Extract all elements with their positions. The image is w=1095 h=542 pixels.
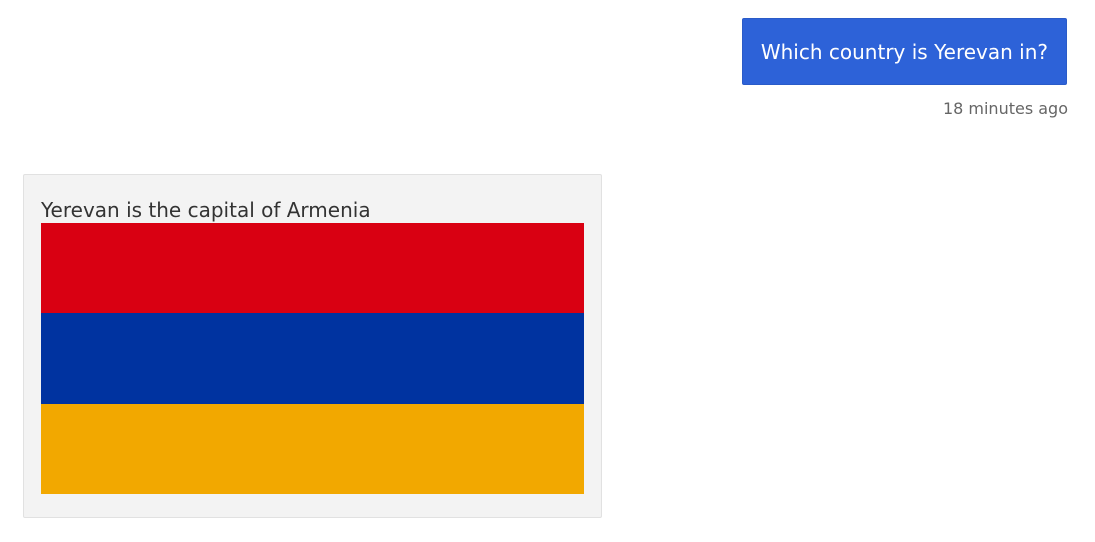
armenia-flag-image [41,223,584,494]
message-timestamp: 18 minutes ago [942,99,1068,118]
bot-message-text: Yerevan is the capital of Armenia [41,198,371,222]
flag-stripe-red [41,223,584,314]
user-message-bubble: Which country is Yerevan in? [741,18,1067,85]
chat-transcript: Which country is Yerevan in? 18 minutes … [0,0,1095,542]
flag-stripe-blue [41,313,584,404]
flag-stripe-orange [41,403,584,494]
bot-message-card: Yerevan is the capital of Armenia [23,174,602,518]
